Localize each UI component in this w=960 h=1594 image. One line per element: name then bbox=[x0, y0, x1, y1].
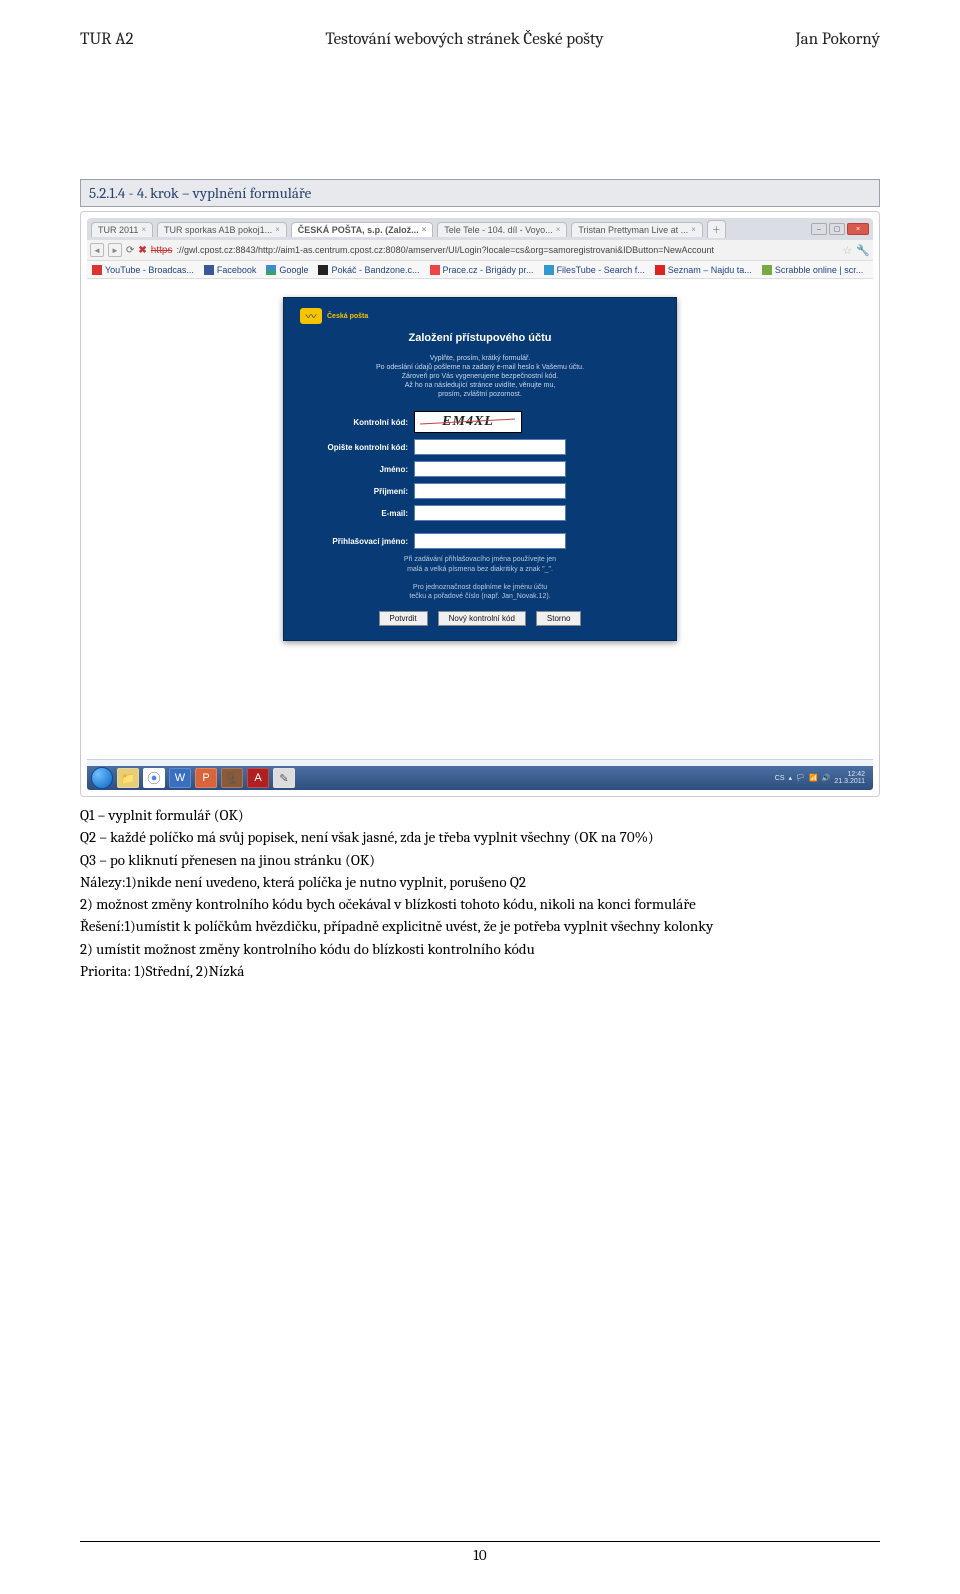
line-q1: Q1 – vyplnit formulář (OK) bbox=[80, 805, 880, 825]
confirm-button[interactable]: Potvrdit bbox=[379, 611, 428, 626]
bookmark-item[interactable]: Facebook bbox=[204, 265, 257, 275]
section-heading: 5.2.1.4 - 4. krok – vyplnění formuláře bbox=[80, 179, 880, 207]
taskbar-icon[interactable] bbox=[143, 768, 165, 788]
line-r2: 2) umístit možnost změny kontrolního kód… bbox=[80, 939, 880, 959]
header-center: Testování webových stránek České pošty bbox=[325, 30, 603, 49]
taskbar-icon[interactable]: 📁 bbox=[117, 768, 139, 788]
maximize-button[interactable]: ▢ bbox=[829, 223, 845, 235]
captcha-image: EM4XL bbox=[414, 411, 522, 433]
signup-form: 〰 Česká pošta Založení přístupového účtu… bbox=[283, 297, 677, 641]
line-q3: Q3 – po kliknutí přenesen na jinou strán… bbox=[80, 850, 880, 870]
close-icon[interactable]: × bbox=[691, 225, 696, 234]
bookmark-item[interactable]: Prace.cz - Brigády pr... bbox=[430, 265, 534, 275]
taskbar-icon[interactable]: P bbox=[195, 768, 217, 788]
label-email: E-mail: bbox=[300, 509, 408, 518]
taskbar: 📁 W P 🗜 A ✎ CS ▴ 🏳 📶 🔊 12:4221.3.2011 bbox=[87, 766, 873, 790]
tray-lang[interactable]: CS bbox=[775, 775, 785, 782]
bookmark-item[interactable]: Google bbox=[266, 265, 308, 275]
taskbar-icon[interactable]: W bbox=[169, 768, 191, 788]
url-field[interactable]: ://gwl.cpost.cz:8843/http://aim1-as.cent… bbox=[176, 245, 838, 255]
settings-wrench-icon[interactable]: 🔧 bbox=[856, 244, 870, 257]
browser-tab[interactable]: Tele Tele - 104. díl - Voyo...× bbox=[437, 222, 567, 237]
ssl-warning-icon: ✖ bbox=[138, 245, 146, 256]
new-tab-button[interactable]: ＋ bbox=[707, 220, 726, 238]
url-protocol: https bbox=[151, 245, 173, 256]
browser-tab[interactable]: Tristan Prettyman Live at ...× bbox=[571, 222, 702, 237]
login-input[interactable] bbox=[414, 533, 566, 549]
browser-tab[interactable]: TUR sporkas A1B pokoj1...× bbox=[157, 222, 287, 237]
cp-logo-icon: 〰 bbox=[300, 308, 322, 324]
tray-clock[interactable]: 12:4221.3.2011 bbox=[834, 771, 865, 785]
bookmark-item[interactable]: Seznam – Najdu ta... bbox=[655, 265, 752, 275]
line-reseni: Řešení:1)umístit k políčkům hvězdičku, p… bbox=[80, 916, 880, 936]
bookmark-item[interactable]: Pokáč - Bandzone.c... bbox=[318, 265, 419, 275]
captcha-input[interactable] bbox=[414, 439, 566, 455]
line-nalezy: Nálezy:1)nikde není uvedeno, která políč… bbox=[80, 872, 880, 892]
cp-logo-text: Česká pošta bbox=[327, 313, 368, 320]
address-bar: ◄ ► ⟳ ✖ https ://gwl.cpost.cz:8843/http:… bbox=[87, 240, 873, 261]
close-icon[interactable]: × bbox=[141, 225, 146, 234]
tab-strip: TUR 2011× TUR sporkas A1B pokoj1...× ČES… bbox=[87, 218, 873, 240]
bookmark-item[interactable]: Scrabble online | scr... bbox=[762, 265, 863, 275]
label-lastname: Příjmení: bbox=[300, 487, 408, 496]
firstname-input[interactable] bbox=[414, 461, 566, 477]
taskbar-icon[interactable]: A bbox=[247, 768, 269, 788]
tray-flag-icon: 🏳 bbox=[796, 774, 805, 782]
page-content: 〰 Česká pošta Založení přístupového účtu… bbox=[87, 279, 873, 757]
taskbar-icon[interactable]: 🗜 bbox=[221, 768, 243, 788]
new-code-button[interactable]: Nový kontrolní kód bbox=[438, 611, 526, 626]
close-icon[interactable]: × bbox=[422, 225, 427, 234]
header-right: Jan Pokorný bbox=[796, 30, 881, 49]
line-q2: Q2 – každé políčko má svůj popisek, není… bbox=[80, 827, 880, 847]
tray-chevron-icon[interactable]: ▴ bbox=[789, 774, 793, 782]
label-login: Přihlašovací jméno: bbox=[300, 537, 408, 546]
label-captcha: Kontrolní kód: bbox=[300, 418, 408, 427]
label-retype-captcha: Opište kontrolní kód: bbox=[300, 443, 408, 452]
minimize-button[interactable]: – bbox=[811, 223, 827, 235]
start-button[interactable] bbox=[91, 767, 113, 789]
line-n2: 2) možnost změny kontrolního kódu bych o… bbox=[80, 894, 880, 914]
form-title: Založení přístupového účtu bbox=[300, 332, 660, 344]
browser-tab-active[interactable]: ČESKÁ POŠTA, s.p. (Založ...× bbox=[291, 222, 434, 237]
browser-statusbar bbox=[87, 759, 873, 766]
close-icon[interactable]: × bbox=[556, 225, 561, 234]
reload-button[interactable]: ⟳ bbox=[126, 245, 134, 256]
body-text: Q1 – vyplnit formulář (OK) Q2 – každé po… bbox=[80, 805, 880, 981]
form-intro: Vyplňte, prosím, krátký formulář. Po ode… bbox=[300, 354, 660, 399]
bookmark-item[interactable]: YouTube - Broadcas... bbox=[92, 265, 194, 275]
browser-tab[interactable]: TUR 2011× bbox=[91, 222, 153, 237]
screenshot: TUR 2011× TUR sporkas A1B pokoj1...× ČES… bbox=[80, 211, 880, 797]
forward-button[interactable]: ► bbox=[108, 243, 122, 257]
email-input[interactable] bbox=[414, 505, 566, 521]
back-button[interactable]: ◄ bbox=[90, 243, 104, 257]
label-firstname: Jméno: bbox=[300, 465, 408, 474]
tray-volume-icon[interactable]: 🔊 bbox=[822, 774, 831, 782]
close-icon[interactable]: × bbox=[275, 225, 280, 234]
bookmark-star-icon[interactable]: ☆ bbox=[842, 244, 852, 257]
page-number: 10 bbox=[0, 1546, 960, 1564]
tray-network-icon[interactable]: 📶 bbox=[809, 774, 818, 782]
close-button[interactable]: × bbox=[847, 223, 869, 235]
footer-rule bbox=[80, 1541, 880, 1542]
line-priorita: Priorita: 1)Střední, 2)Nízká bbox=[80, 961, 880, 981]
lastname-input[interactable] bbox=[414, 483, 566, 499]
doc-header: TUR A2 Testování webových stránek České … bbox=[80, 30, 880, 49]
header-left: TUR A2 bbox=[80, 30, 134, 49]
form-note: Při zadávání přihlašovacího jména použív… bbox=[300, 555, 660, 600]
bookmark-item[interactable]: FilesTube - Search f... bbox=[544, 265, 645, 275]
cancel-button[interactable]: Storno bbox=[536, 611, 582, 626]
window-controls: – ▢ × bbox=[811, 223, 869, 235]
bookmark-bar: YouTube - Broadcas... Facebook Google Po… bbox=[87, 261, 873, 279]
taskbar-icon[interactable]: ✎ bbox=[273, 768, 295, 788]
